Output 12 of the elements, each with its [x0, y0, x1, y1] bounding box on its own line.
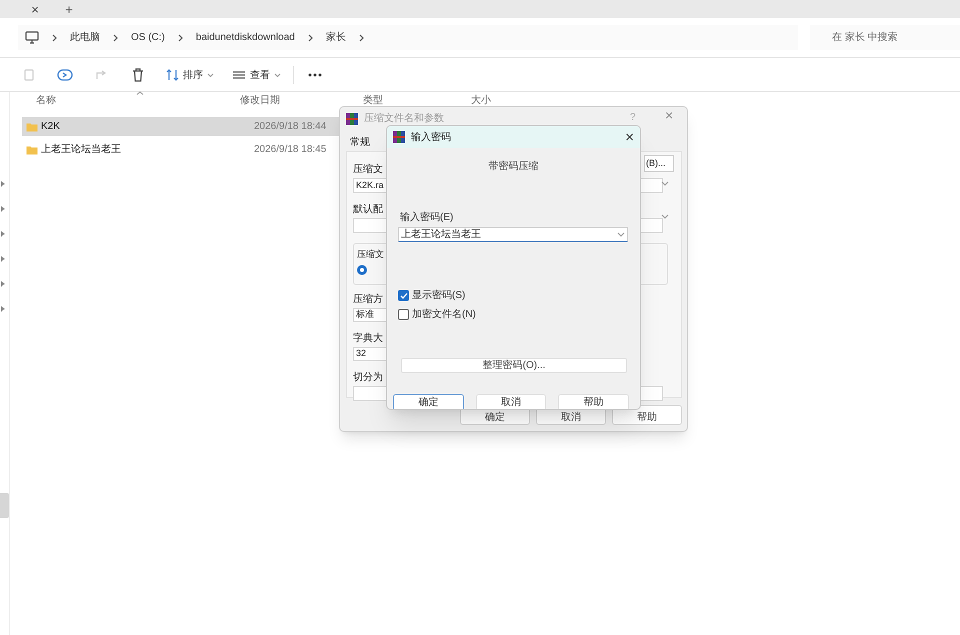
dialog-heading: 带密码压缩 [488, 160, 538, 174]
field-label: 压缩方 [353, 293, 383, 306]
field-label: 默认配 [353, 203, 383, 216]
modified-date: 2026/9/18 18:45 [254, 143, 326, 157]
window-title: 输入密码 [411, 130, 451, 144]
group-label: 压缩文 [357, 248, 384, 261]
field-label: 输入密码(E) [400, 210, 454, 225]
window-title: 压缩文件名和参数 [364, 112, 444, 126]
modified-date: 2026/9/18 18:44 [254, 120, 326, 134]
field-label: 切分为 [353, 371, 383, 384]
field-label: 字典大 [353, 332, 383, 345]
field-label: 压缩文 [353, 163, 383, 176]
